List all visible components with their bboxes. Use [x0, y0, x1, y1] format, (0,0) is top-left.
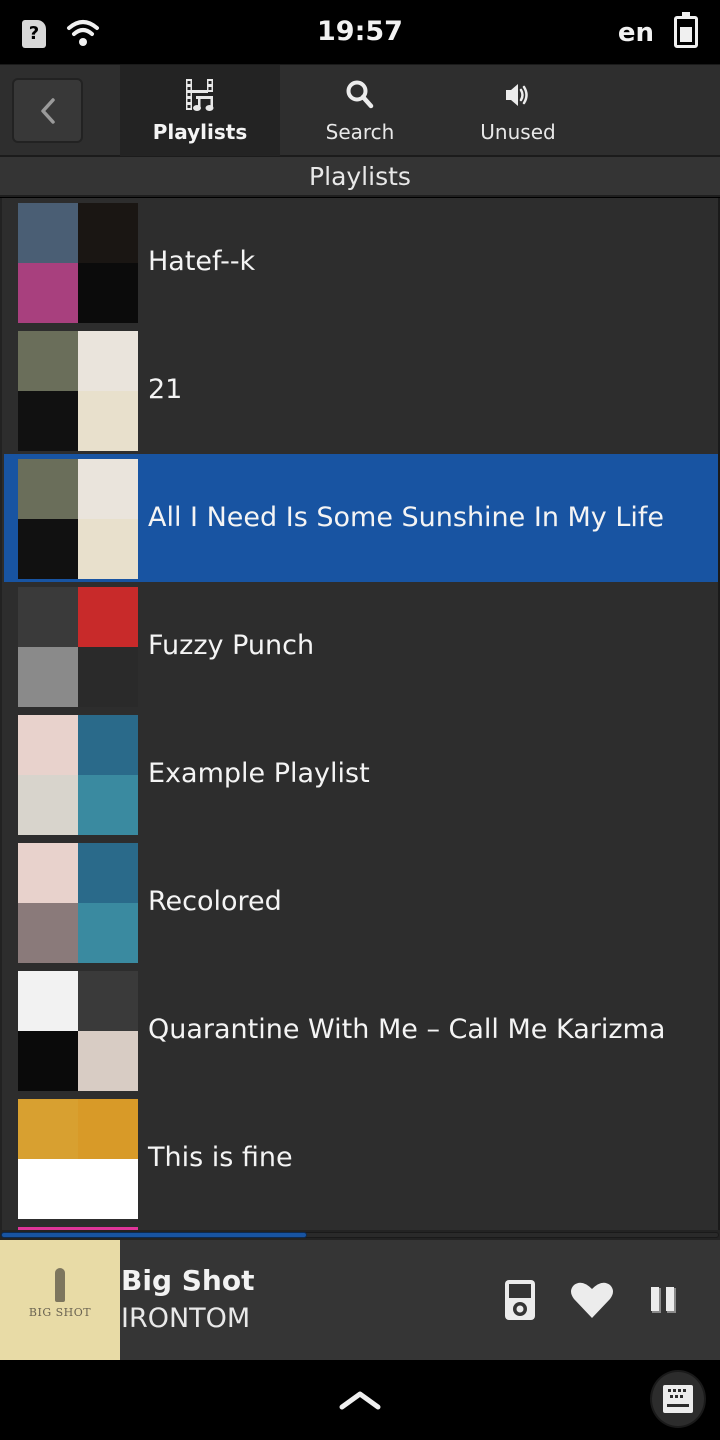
tab-search[interactable]: Search [280, 65, 440, 156]
cover-text: BIG SHOT [28, 1306, 92, 1319]
playlist-cover-art [18, 971, 138, 1091]
playlist-row[interactable]: Recolored [4, 838, 718, 966]
playlist-row[interactable]: Quarantine With Me – Call Me Karizma [4, 966, 718, 1094]
heart-icon [571, 1282, 613, 1318]
search-icon [346, 80, 374, 109]
playlist-cover-art [18, 587, 138, 707]
pause-button[interactable] [634, 1270, 694, 1330]
cover-art-tile [18, 1159, 78, 1219]
now-playing-artist: IRONTOM [121, 1303, 251, 1334]
output-device-button[interactable] [490, 1270, 550, 1330]
cover-art-tile [78, 1099, 138, 1159]
cover-art-tile [18, 971, 78, 1031]
cover-art-tile [78, 715, 138, 775]
now-playing-album-art[interactable]: BIG SHOT [0, 1240, 120, 1360]
cover-art-tile [78, 775, 138, 835]
playlist-name: Example Playlist [148, 758, 370, 789]
playlist-cover-art [18, 459, 138, 579]
cover-art-tile [78, 843, 138, 903]
cover-art-tile [18, 391, 78, 451]
playlist-cover-art [18, 715, 138, 835]
tab-label: Unused [480, 120, 556, 144]
cover-art-tile [18, 519, 78, 579]
cover-art-tile [78, 459, 138, 519]
now-playing-title: Big Shot [121, 1264, 255, 1297]
playlist-row[interactable] [4, 1222, 718, 1230]
playlist-film-music-icon [186, 79, 214, 111]
favorite-button[interactable] [562, 1270, 622, 1330]
cover-art-tile [18, 1031, 78, 1091]
playlist-cover-art [18, 203, 138, 323]
progress-fill [1, 1232, 307, 1238]
playlist-list[interactable]: Hatef--k 21 All I Need Is Some Sunshine In… [0, 198, 720, 1230]
playlist-name: Fuzzy Punch [148, 630, 315, 661]
playback-progress-bar[interactable] [0, 1230, 720, 1240]
keyboard-icon [663, 1385, 693, 1413]
playlist-row[interactable]: All I Need Is Some Sunshine In My Life [4, 454, 718, 582]
back-button[interactable] [12, 78, 83, 143]
cover-art-tile [78, 203, 138, 263]
playlist-name: This is fine [148, 1142, 293, 1173]
playlist-cover-art [18, 331, 138, 451]
cover-art-tile [18, 715, 78, 775]
cover-art-tile [18, 843, 78, 903]
cover-art-tile [78, 391, 138, 451]
cover-art-tile [78, 587, 138, 647]
status-bar: ? 19:57 en [0, 0, 720, 64]
tab-unused[interactable]: Unused [438, 65, 598, 156]
playlist-row[interactable]: This is fine [4, 1094, 718, 1222]
cover-art-tile [18, 263, 78, 323]
playlist-row[interactable]: Example Playlist [4, 710, 718, 838]
playlist-name: 21 [148, 374, 183, 405]
cover-art-tile [78, 971, 138, 1031]
section-title: Playlists [0, 157, 720, 197]
cover-figure [55, 1268, 65, 1302]
playlist-cover-art [18, 843, 138, 963]
clock: 19:57 [317, 16, 403, 47]
now-playing-bar[interactable]: BIG SHOT Big Shot IRONTOM [0, 1240, 720, 1360]
playlist-row[interactable]: 21 [4, 326, 718, 454]
system-bottom-bar [0, 1360, 720, 1440]
pause-icon [651, 1287, 676, 1313]
cover-art-tile [78, 1031, 138, 1091]
playlist-name: All I Need Is Some Sunshine In My Life [148, 502, 665, 533]
cover-art-tile [18, 647, 78, 707]
playlist-cover-art [18, 1099, 138, 1219]
playlist-name: Quarantine With Me – Call Me Karizma [148, 1014, 666, 1045]
tab-label: Search [325, 120, 395, 144]
playlist-name: Recolored [148, 886, 282, 917]
playlist-row[interactable]: Hatef--k [4, 198, 718, 326]
playlist-row[interactable]: Fuzzy Punch [4, 582, 718, 710]
cover-art-tile [18, 587, 78, 647]
cover-art-tile [78, 647, 138, 707]
chevron-left-icon [40, 97, 55, 124]
cover-art-tile [18, 459, 78, 519]
language-indicator[interactable]: en [618, 18, 654, 48]
tab-label: Playlists [152, 120, 248, 144]
cover-art-tile [18, 775, 78, 835]
playlist-name: Hatef--k [148, 246, 256, 277]
cover-art-tile [18, 1099, 78, 1159]
cover-art-tile [18, 903, 78, 963]
cover-art-tile [78, 263, 138, 323]
cover-art-tile [78, 519, 138, 579]
battery-icon [674, 12, 698, 48]
cover-art-tile [18, 331, 78, 391]
cover-art-tile [78, 1159, 138, 1219]
tab-playlists[interactable]: Playlists [120, 65, 280, 156]
cover-art-tile [78, 331, 138, 391]
chevron-up-icon[interactable] [330, 1380, 390, 1420]
speaker-icon [506, 84, 528, 106]
cover-art-tile [18, 203, 78, 263]
media-player-icon [505, 1280, 535, 1320]
cover-art-tile [78, 903, 138, 963]
header-bar: Playlists Search Unused [0, 64, 720, 157]
keyboard-toggle-button[interactable] [650, 1370, 706, 1428]
